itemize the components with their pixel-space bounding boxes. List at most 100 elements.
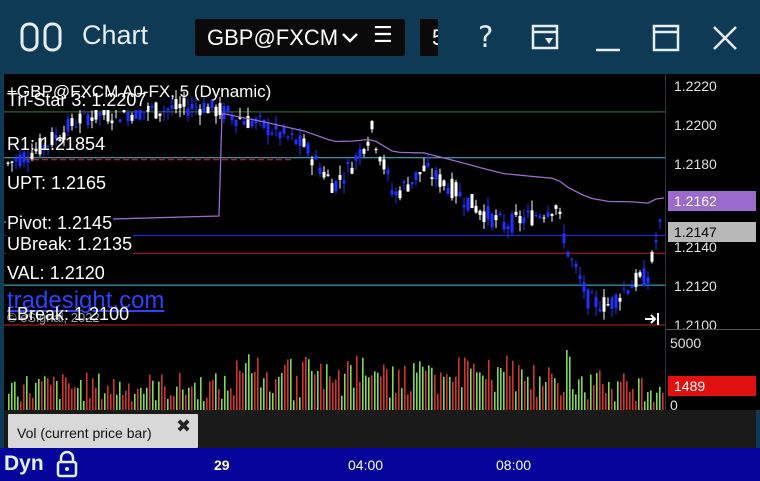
volume-bar (599, 370, 601, 410)
volume-bar (581, 376, 583, 410)
candle-body (562, 233, 566, 244)
volume-bar (419, 361, 421, 410)
volume-bar (584, 392, 586, 410)
candle-body (322, 171, 326, 178)
candle-body (650, 251, 654, 262)
volume-bar (548, 367, 550, 410)
candle-body (570, 259, 574, 261)
symbol-selector[interactable]: GBP@FXCM ☰ (195, 19, 405, 56)
maximize-icon[interactable] (652, 24, 680, 56)
price-tick: 1.2120 (674, 278, 717, 294)
candle-body (218, 103, 222, 116)
volume-panel[interactable] (4, 333, 665, 410)
time-tick: 29 (214, 457, 230, 473)
close-icon[interactable] (711, 24, 739, 56)
volume-canvas[interactable] (4, 333, 665, 410)
volume-bar (662, 392, 664, 410)
volume-bar (140, 387, 142, 410)
volume-bar (431, 367, 433, 410)
volume-bar (296, 375, 298, 410)
volume-bar (17, 396, 19, 410)
volume-bar (122, 394, 124, 410)
volume-bar (251, 373, 253, 410)
lock-icon[interactable] (56, 450, 78, 481)
volume-bar (275, 379, 277, 410)
volume-bar (554, 378, 556, 410)
volume-bar (620, 381, 622, 410)
volume-bar (299, 397, 301, 410)
volume-bar (623, 373, 625, 410)
candle-body (554, 205, 558, 209)
candle-body (586, 289, 590, 309)
candle-body (410, 182, 414, 185)
candle-body (346, 161, 350, 164)
jump-to-latest-icon[interactable] (644, 311, 662, 329)
layout-icon[interactable] (531, 24, 561, 56)
menu-icon[interactable]: ☰ (373, 23, 393, 48)
volume-bar (377, 372, 379, 410)
volume-bar (602, 384, 604, 410)
volume-bar (272, 393, 274, 410)
minimize-icon[interactable] (594, 34, 622, 58)
volume-bar (8, 393, 10, 410)
volume-bar (380, 376, 382, 410)
candle-body (354, 155, 358, 161)
volume-bar (479, 372, 481, 410)
volume-bar (260, 387, 262, 410)
volume-bar (131, 401, 133, 410)
volume-bar (200, 377, 202, 410)
dynamic-mode-label[interactable]: Dyn (4, 452, 44, 476)
volume-bar (62, 374, 64, 410)
candle-body (246, 115, 250, 128)
candle-body (126, 112, 130, 122)
chart-window: Chart GBP@FXCM ☰ 5 ? tradesight.com (0, 0, 760, 481)
volume-bar (41, 381, 43, 410)
time-axis[interactable]: Dyn 29 04:00 08:00 (0, 448, 760, 481)
help-icon[interactable]: ? (478, 20, 493, 54)
price-axis[interactable]: 1.2220 1.2200 1.2180 1.2140 1.2120 1.210… (665, 74, 760, 413)
volume-bar (47, 378, 49, 410)
price-chart-panel[interactable]: tradesight.com © eSignal, 2022 Tri-Star … (4, 74, 665, 329)
candle-body (290, 133, 294, 135)
price-tick: 1.2200 (674, 117, 717, 133)
interval-selector[interactable]: 5 (420, 19, 438, 56)
volume-bar (464, 357, 466, 410)
candle-body (398, 190, 402, 199)
volume-study-tab[interactable]: Vol (current price bar) ✖ (8, 414, 198, 448)
candle-body (306, 143, 310, 155)
candle-body (10, 161, 14, 163)
volume-bar (278, 376, 280, 410)
candle-body (434, 170, 438, 180)
axis-divider (666, 329, 760, 334)
link-group-icon[interactable] (20, 22, 64, 56)
volume-bar (173, 396, 175, 410)
candle-body (158, 113, 162, 116)
volume-bar (533, 365, 535, 410)
volume-bar (461, 387, 463, 410)
window-title: Chart (82, 20, 149, 50)
candle-body (406, 184, 410, 192)
volume-bar (233, 395, 235, 410)
volume-bar (74, 387, 76, 410)
last-price-badge: 1.2147 (668, 222, 756, 242)
volume-bar (254, 371, 256, 410)
chevron-down-icon[interactable] (341, 28, 359, 50)
candle-body (574, 263, 578, 268)
volume-bar (182, 389, 184, 410)
candle-body (622, 289, 626, 291)
candle-body (194, 106, 198, 108)
volume-bar (35, 382, 37, 410)
volume-bar (98, 373, 100, 410)
volume-bar (407, 394, 409, 410)
close-study-icon[interactable]: ✖ (176, 416, 191, 437)
volume-bar (32, 397, 34, 410)
candle-body (450, 178, 454, 199)
volume-bar (473, 363, 475, 410)
volume-bar (68, 383, 70, 410)
volume-bar (311, 370, 313, 410)
candle-body (86, 114, 90, 126)
candle-body (118, 119, 122, 123)
volume-bar (101, 399, 103, 410)
volume-bar (569, 356, 571, 410)
volume-bar (488, 359, 490, 410)
